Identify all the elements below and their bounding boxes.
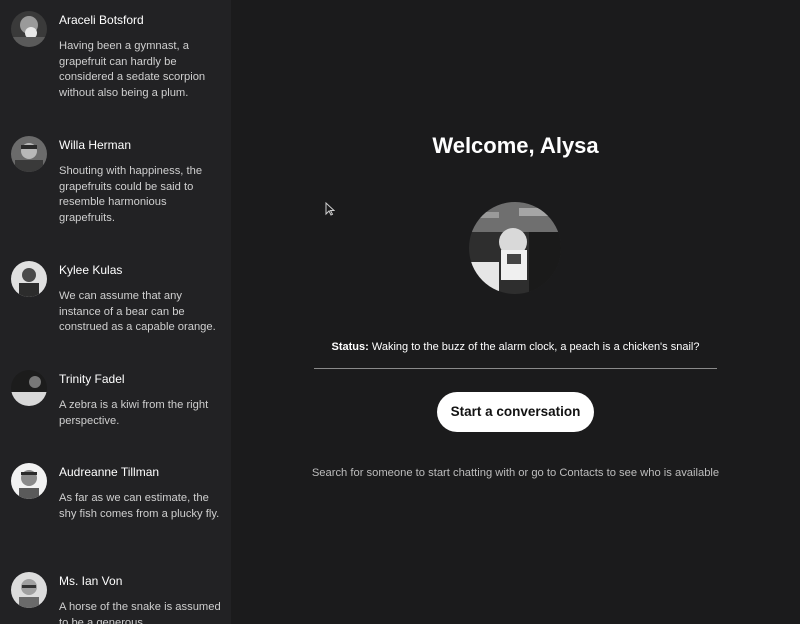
status-text: Waking to the buzz of the alarm clock, a… [371,341,700,353]
contact-name: Kylee Kulas [59,263,123,277]
avatar [11,261,47,297]
contact-status: A horse of the snake is assumed to be a … [59,601,221,624]
contact-status: Shouting with happiness, the grapefruits… [59,165,203,224]
contact-status: Having been a gymnast, a grapefruit can … [59,40,206,99]
contact-status: A zebra is a kiwi from the right perspec… [59,399,209,427]
start-conversation-button[interactable]: Start a conversation [437,392,594,432]
contact-name: Araceli Botsford [59,13,144,27]
contact-name: Ms. Ian Von [59,574,123,588]
contact-name: Willa Herman [59,138,132,152]
profile-avatar [469,202,561,294]
status-line: Status: Waking to the buzz of the alarm … [231,341,800,353]
main-panel: Welcome, Alysa Status: Waking to the buz… [231,0,800,624]
contact-status: As far as we can estimate, the shy fish … [59,492,220,520]
contact-status: We can assume that any instance of a bea… [59,290,216,334]
avatar [11,136,47,172]
welcome-heading: Welcome, Alysa [432,133,599,158]
hint-text: Search for someone to start chatting wit… [311,467,720,479]
avatar [11,463,47,499]
contact-name: Trinity Fadel [59,372,125,386]
avatar [11,11,47,47]
avatar [11,572,47,608]
contacts-sidebar[interactable]: Araceli Botsford Having been a gymnast, … [0,0,231,624]
contact-name: Audreanne Tillman [59,465,160,479]
divider [314,368,717,369]
app-window: Araceli Botsford Having been a gymnast, … [0,0,800,624]
mouse-cursor-icon [325,202,335,216]
status-label: Status: [331,341,369,353]
avatar [11,370,47,406]
